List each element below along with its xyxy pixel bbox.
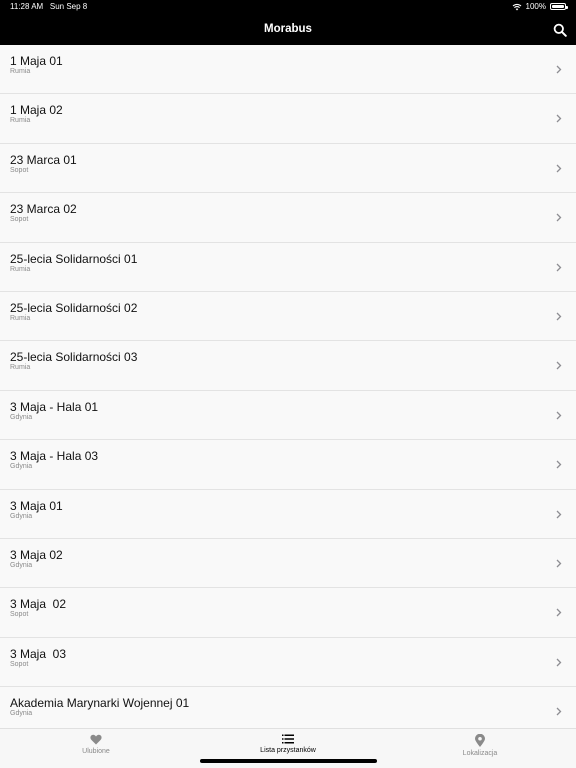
- stop-name: 1 Maja 01: [10, 54, 63, 68]
- home-indicator: [200, 759, 377, 763]
- chevron-right-icon: [556, 510, 562, 518]
- chevron-right-icon: [556, 114, 562, 123]
- stop-city: Gdynia: [10, 710, 33, 718]
- stop-name: 3 Maja 02: [10, 547, 63, 562]
- list-item[interactable]: 3 Maja - Hala 01 Gdynia: [0, 390, 576, 441]
- list-item[interactable]: 23 Marca 02 Sopot: [0, 193, 576, 243]
- stop-name: 23 Marca 02: [10, 202, 77, 217]
- stop-city: Rumia: [10, 265, 31, 273]
- stop-name: 25-lecia Solidarności 03: [10, 350, 138, 365]
- list-item[interactable]: 25-lecia Solidarności 01 Rumia: [0, 242, 576, 292]
- stops-list[interactable]: 1 Maja 01 Rumia 1 Maja 02 Rumia 23 Marca 01 S…: [0, 45, 576, 728]
- stop-name: 3 Maja 03: [10, 646, 67, 661]
- battery-icon: [550, 3, 568, 10]
- navigation-header: 11:28 AM Sun Sep 8 100% Morabus: [0, 0, 576, 45]
- chevron-right-icon: [556, 559, 562, 568]
- stop-city: Sopot: [10, 166, 29, 174]
- list-item[interactable]: 25-lecia Solidarności 03 Rumia: [0, 341, 576, 391]
- tab-stop-list[interactable]: Lista przystanków: [228, 734, 348, 754]
- stop-city: Rumia: [10, 117, 31, 125]
- chevron-right-icon: [556, 460, 562, 469]
- chevron-right-icon: [556, 312, 562, 321]
- chevron-right-icon: [556, 213, 562, 222]
- stop-city: Sopot: [10, 611, 29, 619]
- status-indicators: 100%: [512, 2, 568, 11]
- search-icon[interactable]: [553, 23, 567, 37]
- stop-name: 3 Maja 01: [10, 498, 63, 513]
- list-item[interactable]: 25-lecia Solidarności 02 Rumia: [0, 291, 576, 342]
- tab-location[interactable]: Lokalizacja: [420, 734, 540, 757]
- stop-city: Gdynia: [10, 512, 33, 520]
- chevron-right-icon: [556, 411, 562, 420]
- chevron-right-icon: [556, 164, 562, 173]
- list-item[interactable]: 1 Maja 01 Rumia: [0, 45, 576, 95]
- stop-city: Sopot: [10, 660, 29, 668]
- list-item[interactable]: 23 Marca 01 Sopot: [0, 143, 576, 194]
- chevron-right-icon: [556, 263, 562, 272]
- stop-city: Rumia: [10, 68, 31, 75]
- heart-icon: [90, 734, 102, 745]
- stop-city: Rumia: [10, 364, 31, 372]
- tab-favorites[interactable]: Ulubione: [36, 734, 156, 755]
- chevron-right-icon: [556, 608, 562, 617]
- tab-label-favorites: Ulubione: [82, 748, 110, 755]
- tab-label-location: Lokalizacja: [462, 750, 498, 757]
- chevron-right-icon: [556, 707, 562, 716]
- location-pin-icon: [475, 734, 485, 747]
- stop-name: 1 Maja 02: [10, 103, 63, 118]
- stop-city: Rumia: [10, 314, 31, 322]
- status-date: Sun Sep 8: [49, 2, 88, 11]
- stop-name: 3 Maja - Hala 01: [10, 399, 99, 414]
- chevron-right-icon: [556, 65, 562, 74]
- list-icon: [282, 734, 294, 744]
- list-item[interactable]: 1 Maja 02 Rumia: [0, 94, 576, 144]
- stop-name: 3 Maja - Hala 03: [10, 449, 99, 464]
- status-time: 11:28 AM: [10, 2, 44, 11]
- list-item[interactable]: 3 Maja 03 Sopot: [0, 637, 576, 688]
- list-item[interactable]: 3 Maja 01 Gdynia: [0, 489, 576, 539]
- stop-city: Gdynia: [10, 413, 33, 421]
- status-bar: 11:28 AM Sun Sep 8 100%: [0, 0, 576, 14]
- page-title: Morabus: [264, 23, 312, 35]
- list-item[interactable]: 3 Maja - Hala 03 Gdynia: [0, 440, 576, 490]
- stop-name: 23 Marca 01: [10, 152, 77, 167]
- stop-name: 25-lecia Solidarności 01: [10, 251, 138, 266]
- tab-label-stop-list: Lista przystanków: [260, 747, 316, 754]
- stop-name: 25-lecia Solidarności 02: [10, 300, 138, 315]
- list-item[interactable]: 3 Maja 02 Gdynia: [0, 538, 576, 589]
- stop-city: Sopot: [10, 216, 29, 224]
- stop-name: 3 Maja 02: [10, 597, 67, 612]
- chevron-right-icon: [556, 658, 562, 667]
- stop-city: Gdynia: [10, 561, 33, 569]
- chevron-right-icon: [556, 361, 562, 370]
- list-item[interactable]: 3 Maja 02 Sopot: [0, 588, 576, 638]
- wifi-icon: [512, 3, 521, 10]
- stop-name: Akademia Marynarki Wojennej 01: [10, 696, 190, 711]
- list-item[interactable]: Akademia Marynarki Wojennej 01 Gdynia: [0, 687, 576, 728]
- status-time-date: 11:28 AM Sun Sep 8: [10, 2, 87, 11]
- battery-percent: 100%: [525, 2, 546, 11]
- stop-city: Gdynia: [10, 463, 33, 471]
